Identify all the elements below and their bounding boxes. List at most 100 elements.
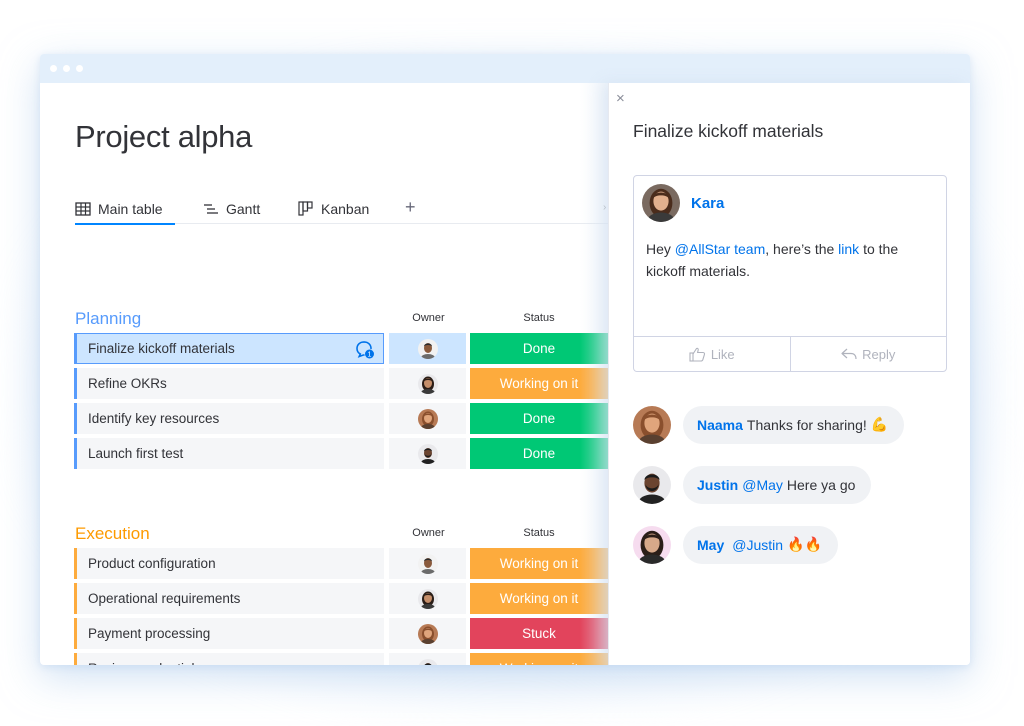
reply-bubble: May @Justin 🔥🔥 bbox=[683, 526, 838, 564]
column-header-owner: Owner bbox=[412, 312, 445, 324]
updates-bubble-icon[interactable]: 1 bbox=[355, 340, 375, 359]
tab-label: Gantt bbox=[226, 201, 261, 217]
item-name[interactable]: Identify key resources bbox=[74, 403, 384, 434]
chevron-right-icon[interactable]: › bbox=[603, 202, 606, 213]
table-row[interactable]: Review credentials Working on it bbox=[74, 653, 608, 665]
update-author[interactable]: Kara bbox=[691, 195, 724, 212]
avatar[interactable] bbox=[633, 526, 671, 564]
reply-author[interactable]: Justin bbox=[697, 477, 738, 493]
view-tabs: Main table Gantt Kanban + › bbox=[75, 194, 608, 225]
board-main: Project alpha Main table Gantt Kanban + … bbox=[40, 83, 608, 665]
status-cell[interactable]: Done bbox=[470, 403, 608, 434]
status-cell[interactable]: Working on it bbox=[470, 583, 608, 614]
table-row[interactable]: Finalize kickoff materials 1 Done bbox=[74, 333, 608, 364]
reply-item: May @Justin 🔥🔥 bbox=[633, 526, 838, 564]
panel-title: Finalize kickoff materials bbox=[633, 121, 824, 141]
table-row[interactable]: Product configuration Working on it bbox=[74, 548, 608, 579]
update-text: Hey bbox=[646, 241, 675, 257]
avatar[interactable] bbox=[633, 406, 671, 444]
item-name[interactable]: Operational requirements bbox=[74, 583, 384, 614]
tab-gantt[interactable]: Gantt bbox=[203, 194, 260, 224]
reply-text: Here ya go bbox=[786, 477, 856, 493]
table-icon bbox=[75, 202, 91, 216]
reply-text: Thanks for sharing! bbox=[746, 417, 867, 433]
update-actions: Like Reply bbox=[634, 336, 946, 371]
avatar bbox=[417, 443, 438, 464]
reply-author[interactable]: May bbox=[697, 537, 724, 553]
materials-link[interactable]: link bbox=[838, 241, 859, 257]
reply-bubble: Naama Thanks for sharing! 💪 bbox=[683, 406, 905, 444]
fire-icon: 🔥🔥 bbox=[787, 537, 822, 553]
avatar bbox=[417, 588, 438, 609]
window-dot-icon bbox=[50, 65, 57, 72]
like-button[interactable]: Like bbox=[634, 337, 790, 371]
group-title-planning[interactable]: Planning bbox=[75, 309, 141, 329]
reply-button[interactable]: Reply bbox=[789, 337, 947, 371]
avatar bbox=[417, 658, 438, 665]
reply-item: Naama Thanks for sharing! 💪 bbox=[633, 406, 905, 444]
svg-text:1: 1 bbox=[368, 352, 372, 359]
mention-link[interactable]: @AllStar team bbox=[675, 241, 765, 257]
item-name[interactable]: Payment processing bbox=[74, 618, 384, 649]
column-header-status: Status bbox=[523, 312, 555, 324]
status-cell[interactable]: Working on it bbox=[470, 548, 608, 579]
update-body: Hey @AllStar team, here’s the link to th… bbox=[646, 238, 936, 282]
table-row[interactable]: Refine OKRs Working on it bbox=[74, 368, 608, 399]
owner-cell[interactable] bbox=[389, 368, 466, 399]
column-header-owner: Owner bbox=[412, 527, 445, 539]
column-header-status: Status bbox=[523, 527, 555, 539]
item-name[interactable]: Finalize kickoff materials 1 bbox=[74, 333, 384, 364]
owner-cell[interactable] bbox=[389, 548, 466, 579]
mention-link[interactable]: @Justin bbox=[732, 537, 783, 553]
title-bar bbox=[40, 54, 970, 83]
page-title: Project alpha bbox=[75, 119, 253, 154]
status-cell[interactable]: Done bbox=[470, 438, 608, 469]
add-view-button[interactable]: + bbox=[405, 197, 416, 218]
thumbs-up-icon bbox=[689, 347, 705, 362]
mention-link[interactable]: @May bbox=[742, 477, 783, 493]
owner-cell[interactable] bbox=[389, 618, 466, 649]
update-text: , here’s the bbox=[765, 241, 839, 257]
avatar bbox=[417, 373, 438, 394]
item-name[interactable]: Review credentials bbox=[74, 653, 384, 665]
owner-cell[interactable] bbox=[389, 403, 466, 434]
status-cell[interactable]: Stuck bbox=[470, 618, 608, 649]
update-header: Kara bbox=[642, 184, 724, 222]
update-card: Kara Hey @AllStar team, here’s the link … bbox=[633, 175, 947, 372]
reply-item: Justin @May Here ya go bbox=[633, 466, 872, 504]
status-cell[interactable]: Working on it bbox=[470, 368, 608, 399]
item-name[interactable]: Refine OKRs bbox=[74, 368, 384, 399]
avatar[interactable] bbox=[642, 184, 680, 222]
reply-bubble: Justin @May Here ya go bbox=[683, 466, 872, 504]
avatar bbox=[417, 408, 438, 429]
flexed-biceps-icon: 💪 bbox=[870, 417, 889, 433]
table-row[interactable]: Operational requirements Working on it bbox=[74, 583, 608, 614]
group-title-execution[interactable]: Execution bbox=[75, 524, 150, 544]
reply-label: Reply bbox=[862, 346, 896, 362]
tab-main-table[interactable]: Main table bbox=[75, 194, 175, 225]
window-dot-icon bbox=[63, 65, 70, 72]
reply-arrow-icon bbox=[841, 348, 857, 360]
kanban-icon bbox=[298, 201, 313, 216]
avatar[interactable] bbox=[633, 466, 671, 504]
owner-cell[interactable] bbox=[389, 653, 466, 665]
table-row[interactable]: Launch first test Done bbox=[74, 438, 608, 469]
tab-label: Kanban bbox=[321, 201, 370, 217]
owner-cell[interactable] bbox=[389, 333, 466, 364]
tab-kanban[interactable]: Kanban bbox=[298, 194, 369, 224]
gantt-icon bbox=[204, 204, 218, 214]
table-row[interactable]: Payment processing Stuck bbox=[74, 618, 608, 649]
table-row[interactable]: Identify key resources Done bbox=[74, 403, 608, 434]
like-label: Like bbox=[710, 346, 735, 362]
app-window: Project alpha Main table Gantt Kanban + … bbox=[40, 54, 970, 665]
close-panel-button[interactable]: × bbox=[616, 91, 625, 106]
avatar bbox=[417, 338, 438, 359]
owner-cell[interactable] bbox=[389, 583, 466, 614]
window-dot-icon bbox=[76, 65, 83, 72]
status-cell[interactable]: Done bbox=[470, 333, 608, 364]
item-name[interactable]: Product configuration bbox=[74, 548, 384, 579]
reply-author[interactable]: Naama bbox=[697, 417, 743, 433]
status-cell[interactable]: Working on it bbox=[470, 653, 608, 665]
item-name[interactable]: Launch first test bbox=[74, 438, 384, 469]
owner-cell[interactable] bbox=[389, 438, 466, 469]
